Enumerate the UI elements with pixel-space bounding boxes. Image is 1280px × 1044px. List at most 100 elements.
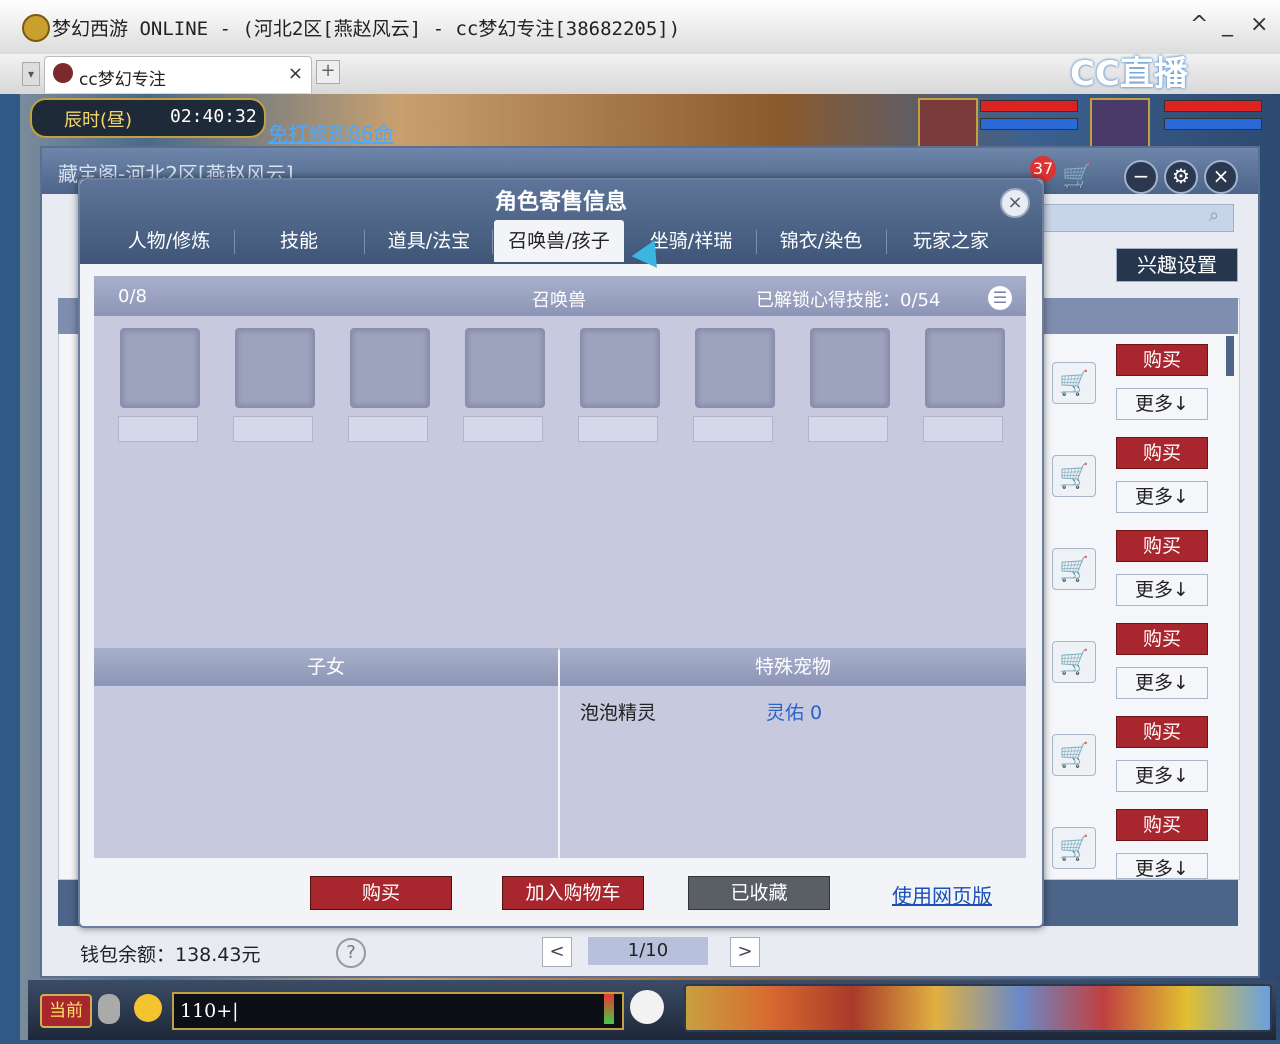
role-consignment-dialog: 角色寄售信息 × 人物/修炼 技能 道具/法宝 召唤兽/孩子 坐骑/祥瑞 锦衣/… [78,178,1044,928]
summon-slot-label [923,416,1003,442]
list-menu-icon[interactable]: ☰ [988,286,1012,310]
tab-character[interactable]: 人物/修炼 [106,220,232,262]
summon-slot-label [118,416,198,442]
row-cart-button[interactable]: 🛒 [1052,827,1096,869]
player-hp-bar [1164,100,1262,112]
pet-mp-bar [980,118,1078,130]
chat-input[interactable]: 110+| [172,992,624,1030]
dialog-close-icon[interactable]: × [1000,188,1030,218]
microphone-icon[interactable] [98,994,120,1024]
app-logo-icon [22,14,50,42]
tab-menu-button[interactable]: ▾ [22,62,40,86]
tab-close-icon[interactable]: × [288,63,303,84]
row-buy-button[interactable]: 购买 [1116,623,1208,655]
repair-link[interactable]: 免打修理86命 [268,118,393,147]
pet-hp-bar [980,100,1078,112]
window-title: 梦幻西游 ONLINE - (河北2区[燕赵风云] - cc梦幻专注[38682… [52,18,681,40]
special-pet-value: 灵佑 0 [766,702,823,724]
emoji-icon[interactable] [134,994,162,1022]
new-tab-button[interactable]: + [316,60,340,84]
pet-icon[interactable] [630,990,664,1024]
row-buy-button[interactable]: 购买 [1116,437,1208,469]
favorited-button[interactable]: 已收藏 [688,876,830,910]
row-more-button[interactable]: 更多↓ [1116,667,1208,699]
cart-icon[interactable]: 🛒 [1062,162,1092,190]
search-input[interactable]: ⌕ [1040,204,1234,232]
add-to-cart-button[interactable]: 加入购物车 [502,876,644,910]
tab-divider [364,230,365,254]
row-more-button[interactable]: 更多↓ [1116,574,1208,606]
summon-slot-label [348,416,428,442]
tab-skills[interactable]: 技能 [236,220,362,262]
summon-slot-label [233,416,313,442]
restore-button[interactable]: ^ [1190,12,1208,37]
summon-slot[interactable] [465,328,545,408]
tab-divider [492,230,493,254]
summon-slot-label [463,416,543,442]
special-pet-name: 泡泡精灵 [580,702,657,724]
summon-slot[interactable] [580,328,660,408]
browser-tab-cc[interactable]: cc梦幻专注 × [44,56,312,93]
summon-slot[interactable] [695,328,775,408]
row-buy-button[interactable]: 购买 [1116,716,1208,748]
summon-slot[interactable] [350,328,430,408]
row-buy-button[interactable]: 购买 [1116,344,1208,376]
tab-divider [756,230,757,254]
special-pets-heading: 特殊宠物 [560,648,1026,686]
summon-slot[interactable] [925,328,1005,408]
list-scrollbar[interactable] [1226,336,1234,376]
page-indicator: 1/10 [588,937,708,965]
row-cart-button[interactable]: 🛒 [1052,734,1096,776]
unlocked-skills: 已解锁心得技能：0/54 [756,290,941,311]
row-buy-button[interactable]: 购买 [1116,530,1208,562]
time-period: 辰时(昼) [64,110,133,131]
summon-slot-label [693,416,773,442]
web-version-link[interactable]: 使用网页版 [892,880,992,909]
children-panel [94,686,558,858]
tab-items[interactable]: 道具/法宝 [366,220,492,262]
row-more-button[interactable]: 更多↓ [1116,388,1208,420]
avatar-icon [53,63,73,83]
game-clock: 辰时(昼) 02:40:32 [30,98,266,138]
help-icon[interactable]: ? [336,938,366,968]
children-heading: 子女 [94,648,558,686]
row-more-button[interactable]: 更多↓ [1116,481,1208,513]
close-icon[interactable]: × [1204,160,1238,194]
browser-tab-label: cc梦幻专注 [79,70,166,90]
buy-button[interactable]: 购买 [310,876,452,910]
next-page-button[interactable]: > [730,937,760,967]
row-buy-button[interactable]: 购买 [1116,809,1208,841]
cc-brand-logo: CC直播 [1070,54,1188,94]
dialog-title: 角色寄售信息 [494,190,627,215]
player-mp-bar [1164,118,1262,130]
summon-slot-label [578,416,658,442]
row-cart-button[interactable]: 🛒 [1052,548,1096,590]
tab-home[interactable]: 玩家之家 [888,220,1014,262]
summon-heading: 召唤兽 [532,290,586,311]
summon-slot[interactable] [810,328,890,408]
tab-divider [234,230,235,254]
summon-slot-label [808,416,888,442]
tab-divider [886,230,887,254]
tab-outfits[interactable]: 锦衣/染色 [758,220,884,262]
summon-count: 0/8 [118,286,147,307]
minimize-button[interactable]: _ [1222,12,1233,37]
close-button[interactable]: × [1250,12,1268,37]
minimize-icon[interactable]: − [1124,160,1158,194]
chat-channel-button[interactable]: 当前 [40,994,92,1028]
tab-summons[interactable]: 召唤兽/孩子 [494,220,624,262]
toolbar-icons[interactable] [684,984,1272,1032]
row-cart-button[interactable]: 🛒 [1052,455,1096,497]
row-more-button[interactable]: 更多↓ [1116,760,1208,792]
interest-settings-button[interactable]: 兴趣设置 [1116,248,1238,282]
prev-page-button[interactable]: < [542,937,572,967]
gear-icon[interactable]: ⚙ [1164,160,1198,194]
time-value: 02:40:32 [170,106,257,127]
row-cart-button[interactable]: 🛒 [1052,362,1096,404]
chat-volume-bar [604,994,614,1024]
summon-slot[interactable] [235,328,315,408]
row-cart-button[interactable]: 🛒 [1052,641,1096,683]
row-more-button[interactable]: 更多↓ [1116,853,1208,879]
summon-slot[interactable] [120,328,200,408]
search-icon[interactable]: ⌕ [1209,205,1219,226]
